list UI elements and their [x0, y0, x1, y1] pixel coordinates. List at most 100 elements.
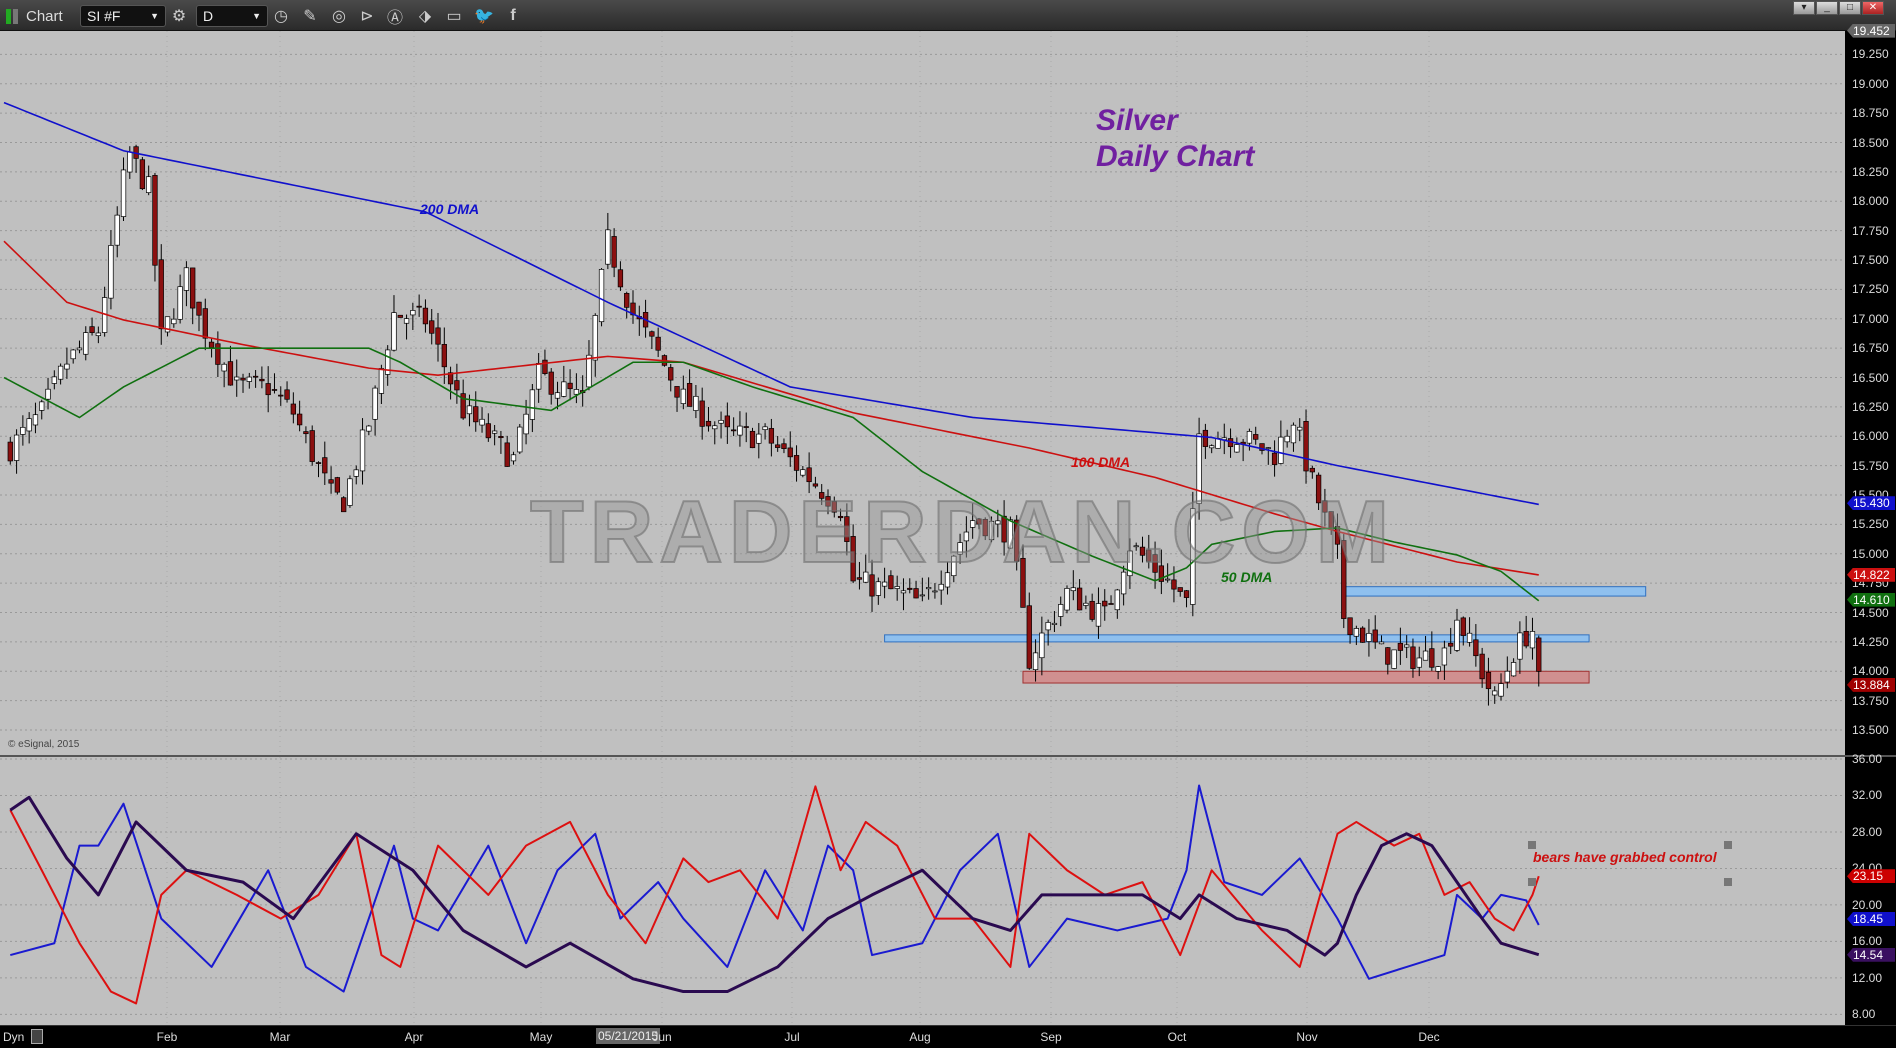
annotation-handle[interactable] [1724, 841, 1732, 849]
indicator-axis[interactable]: 36.00 32.00 28.00 24.00 20.00 16.00 12.00 8.00 2… [1845, 752, 1896, 1025]
indicator-line-red [9, 785, 1540, 1005]
candle-body [1485, 671, 1492, 690]
candle-body [328, 479, 334, 484]
time-axis[interactable]: Dyn 05/21/2015 Feb Mar Apr May Jun Jul Aug Sep O… [0, 1025, 1896, 1048]
candle-body [1271, 452, 1278, 465]
candle-body [76, 347, 83, 351]
chart-title-line: Silver [1096, 104, 1178, 137]
last-value-tag: 18.45 [1847, 912, 1895, 927]
candle-body [730, 429, 737, 432]
month-label: Feb [156, 1030, 178, 1044]
candle-body [120, 169, 127, 217]
candle-body [1095, 603, 1102, 627]
candle-body [1114, 589, 1120, 611]
annotation-handle[interactable] [1528, 841, 1536, 849]
window-menu-button[interactable]: ▾ [1793, 1, 1815, 15]
candle-body [83, 332, 89, 355]
pencil-icon[interactable]: ✎ [299, 5, 321, 27]
facebook-icon[interactable]: f [502, 5, 524, 27]
play-icon[interactable]: ⊳ [356, 5, 378, 27]
price-tick-label: 18.250 [1852, 164, 1889, 179]
price-tick-label: 18.500 [1852, 135, 1889, 150]
candle-body [554, 392, 561, 399]
candle-body [756, 433, 762, 444]
last-value-tag: 19.452 [1847, 23, 1895, 38]
alert-icon[interactable]: Ⓐ [384, 5, 406, 27]
month-label: Sep [1040, 1030, 1062, 1044]
maximize-button[interactable]: □ [1839, 1, 1861, 15]
candle-body [693, 395, 699, 411]
price-chart-svg [0, 31, 1845, 755]
price-tick-label: 14.500 [1852, 605, 1889, 620]
interval-select[interactable]: D ▼ [196, 5, 268, 27]
candle-body [479, 418, 485, 426]
candle-body [20, 426, 26, 435]
candle-body [775, 444, 781, 448]
candle-body [875, 581, 881, 596]
toolbar: Chart SI #F ▼ ⚙ D ▼ ◷ ✎ ◎ ⊳ Ⓐ ⬗ ▭ 🐦 f ▾ _ … [0, 0, 1896, 31]
candle-body [466, 405, 473, 415]
candle-body [441, 344, 447, 368]
indicator-tick-label: 8.00 [1852, 1007, 1876, 1022]
candle-body [215, 343, 221, 365]
clock-icon[interactable]: ◷ [270, 5, 292, 27]
candle-body [510, 454, 517, 462]
candle-body [535, 363, 542, 390]
candle-body [1083, 602, 1089, 606]
price-tick-label: 17.750 [1852, 223, 1889, 238]
price-axis[interactable]: 19.250 19.000 18.750 18.500 18.250 18.000 17.7… [1845, 23, 1896, 755]
candle-body [1385, 647, 1391, 665]
indicator-panel[interactable]: bears have grabbed control [0, 757, 1845, 1025]
candle-body [1246, 431, 1253, 444]
candle-body [473, 406, 479, 423]
last-value-tag: 15.430 [1847, 496, 1895, 511]
price-tick-label: 14.000 [1852, 664, 1889, 679]
candle-body [403, 318, 410, 324]
candle-body [378, 368, 385, 394]
price-chart-panel[interactable]: TRADERDAN.COM Silver Daily Chart 200 DMA… [0, 31, 1845, 755]
candle-body [26, 418, 32, 432]
candle-body [114, 214, 120, 246]
candle-body [718, 419, 724, 424]
dma100-label: 100 DMA [1071, 454, 1131, 470]
annotation-handle[interactable] [1724, 878, 1732, 886]
candle-body [146, 176, 152, 193]
candle-body [624, 292, 630, 308]
watermark: TRADERDAN.COM [529, 481, 1396, 582]
last-value-tag: 14.54 [1847, 947, 1895, 962]
candle-body [1498, 683, 1504, 697]
gear-icon[interactable]: ⚙ [168, 5, 190, 27]
link-icon[interactable]: ⬗ [414, 5, 436, 27]
candle-body [397, 314, 403, 318]
candle-body [296, 413, 303, 426]
candle-body [919, 594, 925, 597]
candle-body [491, 430, 498, 434]
minimize-button[interactable]: _ [1816, 1, 1838, 15]
lock-icon[interactable] [31, 1029, 43, 1044]
candle-body [252, 375, 259, 378]
candle-body [32, 414, 39, 426]
annotation-handle[interactable] [1528, 878, 1536, 886]
candle-body [1026, 605, 1032, 669]
candle-body [611, 236, 617, 268]
candle-body [913, 588, 919, 599]
candle-body [762, 426, 768, 431]
symbol-select[interactable]: SI #F ▼ [80, 5, 166, 27]
candle-body [64, 363, 70, 370]
month-label: Dec [1418, 1030, 1440, 1044]
curve-icon[interactable]: ◎ [328, 5, 350, 27]
candle-body [1448, 642, 1454, 647]
comment-icon[interactable]: ▭ [443, 5, 465, 27]
candle-body [894, 586, 900, 589]
twitter-icon[interactable]: 🐦 [473, 5, 495, 27]
close-button[interactable]: ✕ [1862, 1, 1884, 15]
candle-body [315, 462, 322, 464]
candle-body [1510, 662, 1517, 677]
candle-body [284, 389, 290, 400]
month-label: Nov [1296, 1030, 1318, 1044]
candle-body [517, 426, 523, 453]
chart-window-icon [6, 5, 18, 27]
indicator-tick-label: 20.00 [1852, 897, 1883, 912]
candle-body [705, 420, 712, 427]
indicator-tick-label: 36.00 [1852, 752, 1883, 766]
